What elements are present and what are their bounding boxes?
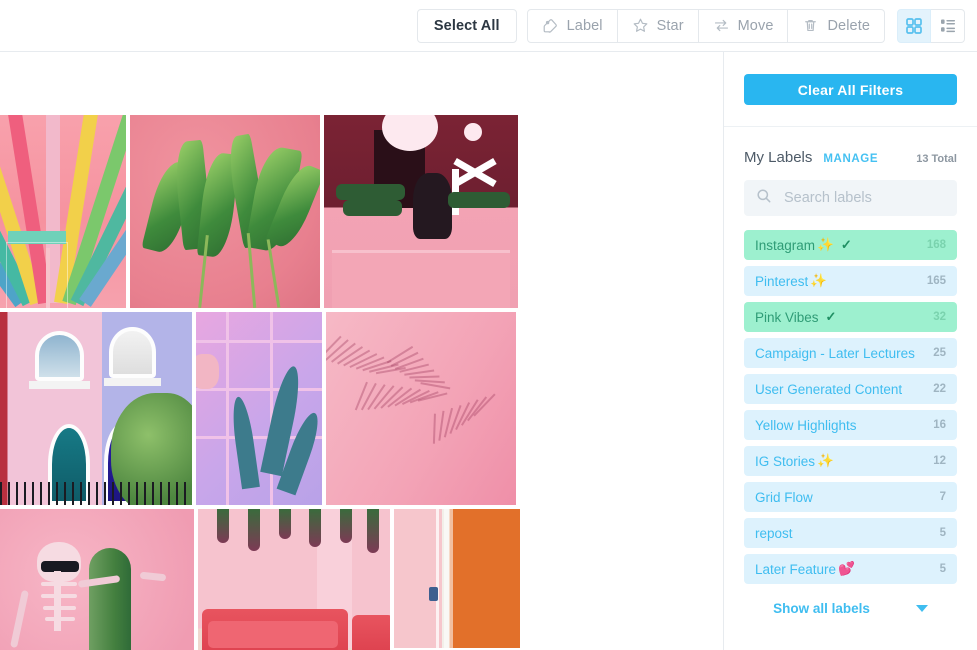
search-icon — [756, 188, 772, 209]
label-emoji: ✨ — [810, 273, 828, 288]
label-name: Yellow Highlights — [755, 417, 857, 433]
label-row-user-generated-content[interactable]: User Generated Content 22 — [744, 374, 957, 404]
star-button[interactable]: Star — [617, 8, 699, 43]
media-thumbnail — [0, 312, 192, 505]
media-tile[interactable] — [0, 115, 126, 308]
label-name: Pink Vibes — [755, 309, 819, 325]
media-thumbnail — [394, 509, 520, 648]
label-count: 12 — [933, 455, 946, 467]
media-tile[interactable] — [130, 115, 320, 308]
move-button[interactable]: Move — [698, 8, 789, 43]
media-tile[interactable] — [0, 312, 192, 505]
label-row-grid-flow[interactable]: Grid Flow 7 — [744, 482, 957, 512]
labels-total-count: 13 Total — [916, 153, 957, 165]
my-labels-header: My Labels MANAGE 13 Total — [744, 127, 957, 180]
check-icon: ✓ — [825, 309, 837, 324]
media-grid-pane[interactable] — [0, 52, 724, 650]
media-thumbnail — [0, 509, 194, 650]
show-all-labels-label: Show all labels — [773, 601, 870, 616]
label-search-box[interactable] — [744, 180, 957, 216]
label-button-text: Label — [566, 17, 603, 34]
media-thumbnail — [326, 312, 516, 505]
label-row-ig-stories[interactable]: IG Stories ✨ 12 — [744, 446, 957, 476]
media-tile[interactable] — [324, 115, 518, 308]
label-count: 165 — [926, 275, 946, 287]
label-name: IG Stories — [755, 453, 816, 469]
grid-view-icon — [906, 17, 922, 34]
label-row-instagram[interactable]: Instagram ✨ ✓ 168 — [744, 230, 957, 260]
delete-button[interactable]: Delete — [788, 8, 885, 43]
label-name: Pinterest — [755, 273, 809, 289]
delete-button-text: Delete — [827, 17, 870, 34]
label-row-yellow-highlights[interactable]: Yellow Highlights 16 — [744, 410, 957, 440]
manage-labels-link[interactable]: MANAGE — [823, 153, 878, 165]
label-name: Grid Flow — [755, 489, 813, 505]
media-thumbnail — [196, 312, 322, 505]
bulk-actions-group: Label Star Move Delete — [526, 8, 885, 43]
label-name: Later Feature — [755, 561, 837, 577]
media-thumbnail — [198, 509, 390, 650]
media-library-app: Select All Label Star Move Delete Clear … — [0, 0, 977, 650]
label-name: repost — [755, 525, 793, 541]
top-toolbar: Select All Label Star Move Delete — [0, 0, 977, 52]
list-view-button[interactable] — [931, 8, 965, 43]
clear-all-filters-button[interactable]: Clear All Filters — [744, 74, 957, 105]
label-count: 5 — [939, 527, 946, 539]
label-row-later-feature[interactable]: Later Feature 💕 5 — [744, 554, 957, 584]
show-all-labels-button[interactable]: Show all labels — [744, 584, 957, 630]
label-name: User Generated Content — [755, 381, 903, 397]
label-row-repost[interactable]: repost 5 — [744, 518, 957, 548]
label-count: 16 — [933, 419, 946, 431]
transfer-icon — [713, 17, 730, 34]
clear-filters-section: Clear All Filters — [724, 52, 977, 127]
label-count: 168 — [926, 239, 946, 251]
star-button-text: Star — [656, 17, 684, 34]
label-name: Instagram — [755, 237, 816, 253]
media-tile[interactable] — [394, 509, 520, 648]
label-emoji: ✨ — [817, 453, 834, 468]
search-labels-input[interactable] — [782, 189, 945, 207]
media-thumbnail — [0, 115, 126, 308]
chevron-down-icon — [915, 605, 928, 612]
label-emoji: 💕 — [838, 561, 855, 576]
check-icon: ✓ — [840, 237, 852, 252]
label-count: 7 — [939, 491, 946, 503]
media-thumbnail — [130, 115, 320, 308]
label-count: 25 — [933, 347, 946, 359]
filters-sidebar: Clear All Filters My Labels MANAGE 13 To… — [724, 52, 977, 650]
star-icon — [632, 17, 649, 34]
my-labels-title: My Labels — [744, 149, 813, 166]
media-tile[interactable] — [196, 312, 322, 505]
list-view-icon — [940, 19, 955, 32]
label-row-campaign-later-lectures[interactable]: Campaign - Later Lectures 25 — [744, 338, 957, 368]
label-row-pink-vibes[interactable]: Pink Vibes ✓ 32 — [744, 302, 957, 332]
grid-view-button[interactable] — [897, 8, 931, 43]
move-button-text: Move — [737, 17, 774, 34]
workspace: Clear All Filters My Labels MANAGE 13 To… — [0, 52, 977, 650]
label-count: 5 — [939, 563, 946, 575]
label-button[interactable]: Label — [526, 8, 618, 43]
labels-list: Instagram ✨ ✓ 168 Pinterest ✨ 165 Pink V… — [744, 230, 957, 584]
media-thumbnail — [324, 115, 518, 308]
label-count: 22 — [933, 383, 946, 395]
media-grid — [0, 115, 710, 650]
label-count: 32 — [933, 311, 946, 323]
media-tile[interactable] — [0, 509, 194, 650]
trash-icon — [802, 17, 819, 34]
select-all-button[interactable]: Select All — [416, 8, 517, 43]
media-tile[interactable] — [326, 312, 516, 505]
view-mode-toggle — [897, 8, 965, 43]
label-name: Campaign - Later Lectures — [755, 345, 915, 361]
label-row-pinterest[interactable]: Pinterest ✨ 165 — [744, 266, 957, 296]
media-tile[interactable] — [198, 509, 390, 650]
tag-icon — [542, 17, 559, 34]
label-emoji: ✨ — [817, 237, 834, 252]
my-labels-section: My Labels MANAGE 13 Total Instagram — [724, 127, 977, 650]
